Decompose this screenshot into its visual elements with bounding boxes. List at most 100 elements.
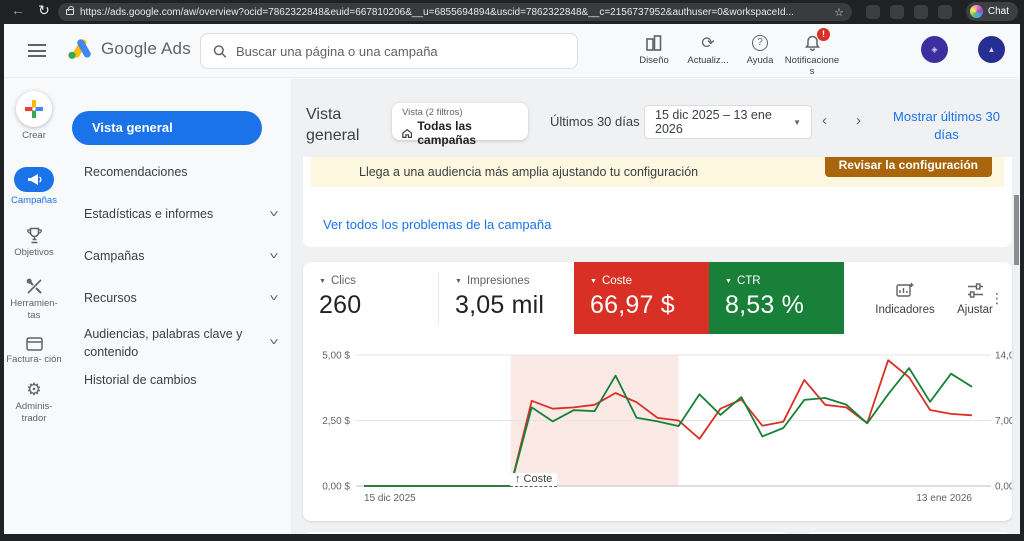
sidebar-item-recomendaciones[interactable]: Recomendaciones [84, 165, 277, 179]
brand[interactable]: Google Ads [66, 38, 191, 60]
tools-icon [4, 278, 64, 295]
sidebar-item-vista-general[interactable]: Vista general [72, 111, 262, 145]
sidebar-item-audiencias[interactable]: Audiencias, palabras clave y contenido ˅ [84, 325, 277, 361]
metric-coste[interactable]: ▼Coste 66,97 $ [574, 262, 709, 334]
rail-item-objetivos[interactable]: Objetivos [4, 227, 64, 258]
svg-text:2,50 $: 2,50 $ [322, 416, 350, 427]
profile-chip[interactable]: Chat [966, 2, 1018, 21]
rail-item-campanas[interactable]: Campañas [4, 167, 64, 206]
account-avatar[interactable]: ▲ [978, 36, 1005, 63]
rail-item-facturacion[interactable]: Factura- ción [4, 337, 64, 365]
design-icon [626, 33, 682, 53]
help-button[interactable]: ? Ayuda [732, 33, 788, 67]
notifications-button[interactable]: ! Notificaciones [784, 33, 840, 78]
vertical-scrollbar[interactable] [1014, 195, 1019, 265]
metric-dropdown-icon[interactable]: ▼ [319, 278, 326, 285]
sidebar-item-historial[interactable]: Historial de cambios [84, 373, 277, 387]
rail-item-herramientas[interactable]: Herramien- tas [4, 278, 64, 321]
bookmark-star-icon[interactable]: ☆ [834, 6, 844, 19]
chevron-down-icon: ˅ [269, 336, 278, 351]
trophy-icon [4, 227, 64, 244]
lock-icon [66, 9, 74, 15]
indicators-button[interactable]: Indicadores [869, 280, 941, 316]
rail-label: Campañas [4, 195, 64, 206]
browser-chrome: ← ↻ https://ads.google.com/aw/overview?o… [0, 0, 1024, 24]
issues-card: Llega a una audiencia más amplia ajustan… [303, 157, 1012, 247]
view-filter-chip[interactable]: Vista (2 filtros) Todas las campañas [392, 103, 528, 140]
svg-text:14,00 %: 14,00 % [995, 351, 1012, 362]
back-icon[interactable]: ← [8, 2, 28, 18]
search-icon [213, 44, 227, 59]
main-content: Vista general Vista (2 filtros) Todas la… [292, 79, 1020, 534]
design-label: Diseño [626, 56, 682, 67]
sidebar-item-campanas[interactable]: Campañas ˅ [84, 249, 277, 263]
sidebar: Vista general Recomendaciones Estadístic… [64, 79, 292, 534]
extension-icon[interactable] [890, 5, 904, 19]
search-input[interactable] [236, 44, 565, 59]
metric-value: 260 [319, 291, 438, 320]
review-settings-button[interactable]: Revisar la configuración [825, 157, 992, 177]
metric-dropdown-icon[interactable]: ▼ [590, 278, 597, 285]
next-period-button[interactable]: › [856, 112, 861, 129]
refresh-button[interactable]: ⟳ Actualiz... [680, 33, 736, 67]
rail-label: Objetivos [4, 247, 64, 258]
chart-annotation[interactable]: ↑ Coste [510, 473, 557, 487]
metrics-chart-card: ▼Clics 260 ▼Impresiones 3,05 mil ▼Coste … [303, 262, 1012, 521]
refresh-label: Actualiz... [680, 56, 736, 67]
workspace-avatar[interactable]: ◈ [921, 36, 948, 63]
home-icon [402, 128, 412, 139]
date-range-select[interactable]: 15 dic 2025 – 13 ene 2026 ▼ [644, 105, 812, 139]
chevron-down-icon: ˅ [269, 209, 278, 220]
extension-icon[interactable] [914, 5, 928, 19]
metric-dropdown-icon[interactable]: ▼ [725, 278, 732, 285]
date-range-label: Últimos 30 días [550, 114, 640, 129]
performance-chart[interactable]: 5,00 $2,50 $0,00 $14,00 %7,00 %0,00 %15 … [303, 344, 1012, 514]
bell-icon: ! [784, 33, 840, 53]
rail-item-crear[interactable]: Crear [4, 91, 64, 141]
design-button[interactable]: Diseño [626, 33, 682, 67]
audience-banner: Llega a una audiencia más amplia ajustan… [311, 157, 1004, 187]
reload-icon[interactable]: ↻ [34, 2, 54, 19]
rail-label: Crear [4, 130, 64, 141]
refresh-icon: ⟳ [680, 33, 736, 53]
indicators-label: Indicadores [869, 304, 941, 316]
help-icon: ? [732, 33, 788, 53]
metric-ctr[interactable]: ▼CTR 8,53 % [709, 262, 844, 334]
extension-icon[interactable] [938, 5, 952, 19]
rail-item-administrador[interactable]: ⚙ Adminis- trador [4, 381, 64, 424]
extension-icon[interactable] [866, 5, 880, 19]
svg-text:7,00 %: 7,00 % [995, 416, 1012, 427]
metric-dropdown-icon[interactable]: ▼ [455, 278, 462, 285]
app-header: Google Ads Diseño ⟳ Actualiz... [4, 24, 1020, 78]
campaigns-card[interactable]: Campañas ⋮ [804, 532, 1012, 534]
address-bar[interactable]: https://ads.google.com/aw/overview?ocid=… [58, 3, 852, 21]
prev-period-button[interactable]: ‹ [822, 112, 827, 129]
metric-clics[interactable]: ▼Clics 260 [303, 262, 438, 334]
megaphone-icon [14, 167, 54, 192]
dropdown-arrow-icon: ▼ [793, 118, 801, 127]
browser-window: ← ↻ https://ads.google.com/aw/overview?o… [0, 0, 1024, 541]
chevron-down-icon: ˅ [269, 293, 278, 304]
url-text[interactable]: https://ads.google.com/aw/overview?ocid=… [80, 7, 828, 18]
notifications-label: Notificaciones [784, 56, 840, 78]
svg-text:5,00 $: 5,00 $ [322, 351, 350, 362]
view-filter-value: Todas las campañas [417, 119, 518, 147]
navigation-rail: Crear Campañas Objetivos Herramien- tas [4, 79, 64, 534]
metric-value: 66,97 $ [590, 291, 709, 320]
metric-value: 3,05 mil [455, 291, 574, 320]
date-range-value: 15 dic 2025 – 13 ene 2026 [655, 108, 793, 136]
sidebar-item-recursos[interactable]: Recursos ˅ [84, 291, 277, 305]
profile-avatar-icon [970, 5, 983, 18]
search-box[interactable] [200, 33, 578, 69]
campaign-issues-link[interactable]: Ver todos los problemas de la campaña [323, 217, 551, 232]
profile-name: Chat [988, 6, 1009, 17]
menu-icon[interactable] [28, 44, 46, 57]
show-last-30-days-link[interactable]: Mostrar últimos 30 días [884, 108, 1009, 143]
rail-label: Herramien- tas [4, 298, 64, 321]
sidebar-item-estadisticas[interactable]: Estadísticas e informes ˅ [84, 207, 277, 221]
chevron-down-icon: ˅ [269, 251, 278, 262]
card-menu-icon[interactable]: ⋮ [990, 290, 1004, 307]
recommendation-card[interactable]: Recomendación ⋮ [303, 532, 789, 534]
metric-impresiones[interactable]: ▼Impresiones 3,05 mil [439, 262, 574, 334]
svg-text:0,00 $: 0,00 $ [322, 482, 350, 493]
